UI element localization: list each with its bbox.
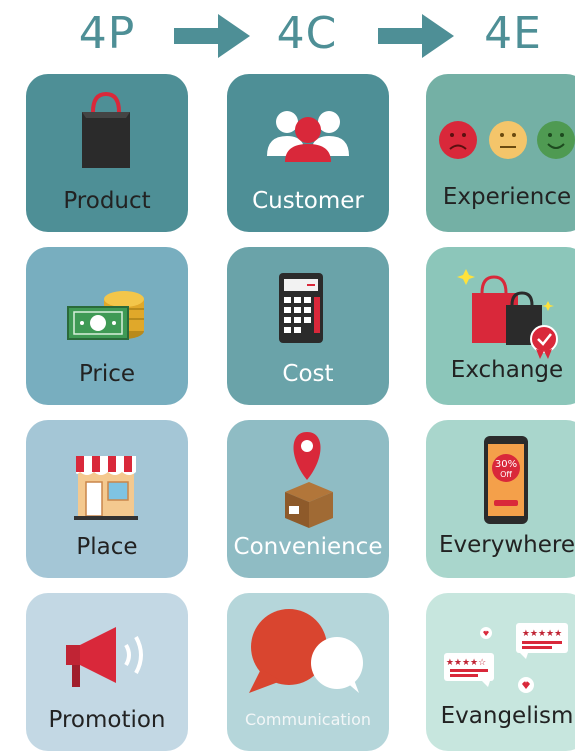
card-label: Everywhere <box>438 532 575 558</box>
card-exchange: Exchange <box>426 247 575 405</box>
card-price: Price <box>26 247 188 405</box>
card-place: Place <box>26 420 188 578</box>
discount-text: Off <box>500 470 512 479</box>
header-4p: 4P <box>78 8 136 59</box>
card-label: Experience <box>442 184 572 210</box>
arrow-right-icon <box>174 14 250 58</box>
card-label: Price <box>78 361 136 387</box>
header-4e: 4E <box>484 8 542 59</box>
card-evangelism: ★★★★★ ★★★★☆ Evangelism <box>426 593 575 751</box>
card-label: Product <box>63 188 151 214</box>
card-label: Convenience <box>233 534 383 560</box>
card-everywhere: 30% Off Everywhere <box>426 420 575 578</box>
card-label: Cost <box>282 361 334 387</box>
svg-text:★★★★★: ★★★★★ <box>522 629 562 639</box>
card-cost: Cost <box>227 247 389 405</box>
card-promotion: Promotion <box>26 593 188 751</box>
card-label: Evangelism <box>440 703 574 729</box>
discount-text: 30% <box>495 459 517 470</box>
card-communication: Communication <box>227 593 389 751</box>
card-label: Customer <box>252 188 364 214</box>
card-experience: Experience <box>426 74 575 232</box>
card-customer: Customer <box>227 74 389 232</box>
card-convenience: Convenience <box>227 420 389 578</box>
header-4c: 4C <box>276 8 338 59</box>
card-product: Product <box>26 74 188 232</box>
arrow-right-icon <box>378 14 454 58</box>
card-label: Communication <box>244 710 372 729</box>
card-label: Promotion <box>48 707 166 733</box>
card-label: Exchange <box>450 357 564 383</box>
card-label: Place <box>76 534 138 560</box>
svg-text:★★★★☆: ★★★★☆ <box>446 658 486 668</box>
